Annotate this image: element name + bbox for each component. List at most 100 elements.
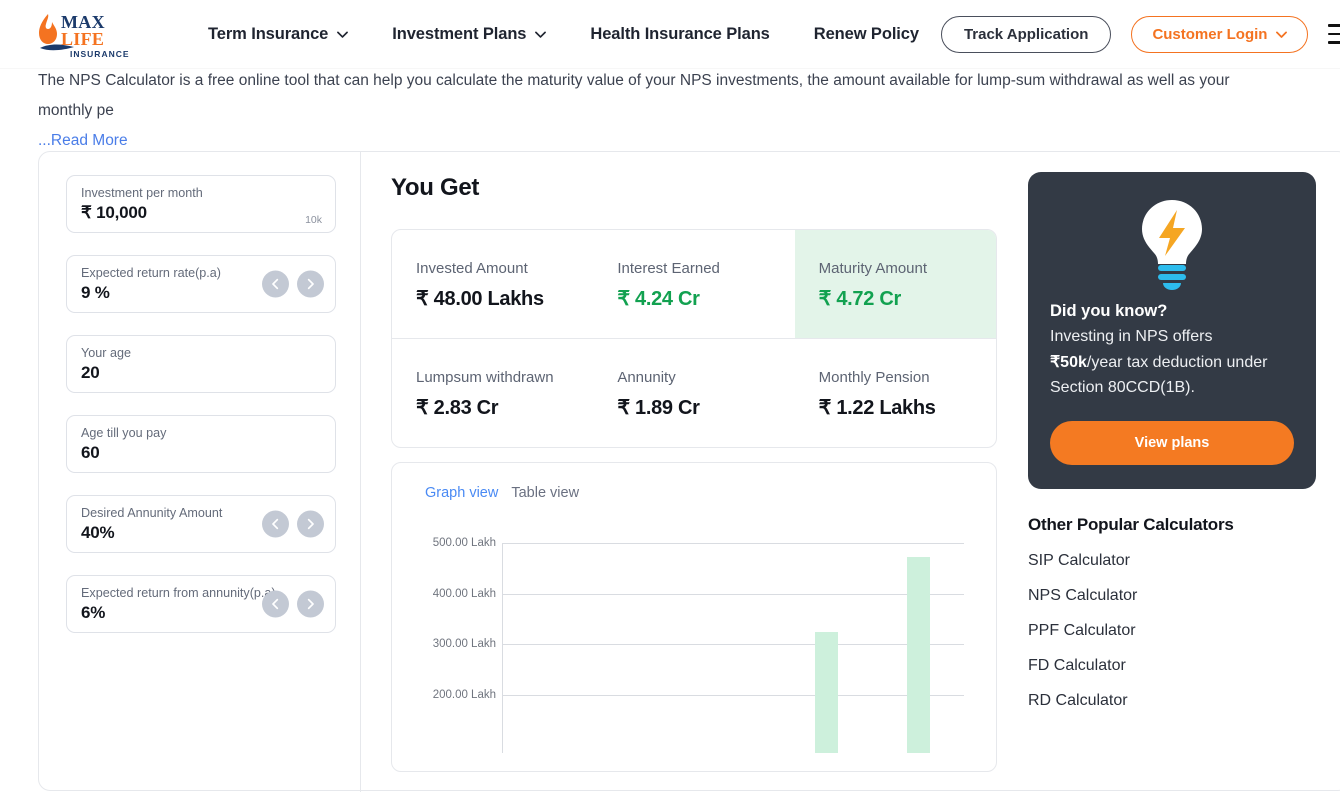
result-label: Annunity [617,367,794,389]
result-annunity: Annunity ₹ 1.89 Cr [593,339,794,447]
hamburger-menu-icon[interactable] [1328,24,1340,44]
chart-view-tabs: Graph view Table view [392,463,996,501]
main-navigation: Term Insurance Investment Plans Health I… [186,25,941,44]
tip-amount: ₹50k [1050,354,1087,371]
lightbulb-icon [1050,194,1294,290]
right-sidebar: Did you know? Investing in NPS offers ₹5… [1028,172,1316,710]
header-actions: Track Application Customer Login [941,16,1340,53]
description-line-2: monthly pe [38,96,1304,126]
nav-label: Investment Plans [392,25,526,44]
result-label: Maturity Amount [819,258,996,280]
stepper-group [262,511,324,538]
column-divider [360,152,361,792]
chart-panel: Graph view Table view 500.00 Lakh 400.00 … [391,462,997,772]
stepper-increment-button[interactable] [297,591,324,618]
nav-item-investment-plans[interactable]: Investment Plans [370,25,568,44]
input-value: 60 [81,443,321,463]
stepper-decrement-button[interactable] [262,591,289,618]
result-label: Lumpsum withdrawn [416,367,593,389]
input-your-age[interactable]: Your age 20 [66,335,336,393]
result-value: ₹ 1.89 Cr [617,395,794,420]
result-value: ₹ 2.83 Cr [416,395,593,420]
chart-gridline [502,594,964,595]
stepper-increment-button[interactable] [297,511,324,538]
nav-item-health-insurance-plans[interactable]: Health Insurance Plans [568,25,791,44]
results-title: You Get [391,174,997,202]
chart-bar[interactable] [815,632,838,753]
input-label: Investment per month [81,185,321,202]
result-label: Monthly Pension [819,367,996,389]
input-desired-annunity-amount[interactable]: Desired Annunity Amount 40% [66,495,336,553]
tip-title: Did you know? [1050,298,1294,324]
result-value: ₹ 4.24 Cr [617,286,794,311]
results-grid: Invested Amount ₹ 48.00 Lakhs Interest E… [391,229,997,448]
track-application-button[interactable]: Track Application [941,16,1111,53]
calculator-link-rd[interactable]: RD Calculator [1028,692,1316,710]
customer-login-label: Customer Login [1152,26,1267,43]
nav-item-renew-policy[interactable]: Renew Policy [792,25,941,44]
results-row-1: Invested Amount ₹ 48.00 Lakhs Interest E… [392,230,996,339]
chevron-down-icon [337,31,348,38]
tip-line-1: Investing in NPS offers [1050,328,1212,345]
stepper-decrement-button[interactable] [262,511,289,538]
chart-y-axis [502,543,503,753]
tab-graph-view[interactable]: Graph view [425,485,498,501]
tab-table-view[interactable]: Table view [511,485,579,501]
did-you-know-card: Did you know? Investing in NPS offers ₹5… [1028,172,1316,489]
chart-gridline [502,695,964,696]
calculator-link-nps[interactable]: NPS Calculator [1028,587,1316,605]
other-calculators-title: Other Popular Calculators [1028,515,1316,535]
view-plans-button[interactable]: View plans [1050,421,1294,465]
input-expected-return-rate[interactable]: Expected return rate(p.a) 9 % [66,255,336,313]
nav-label: Renew Policy [814,25,919,44]
result-value: ₹ 4.72 Cr [819,286,996,311]
site-header: MAX LIFE INSURANCE Term Insurance Invest… [0,0,1340,68]
chart-y-tick-label: 300.00 Lakh [404,638,496,650]
results-section: You Get Invested Amount ₹ 48.00 Lakhs In… [391,174,997,448]
input-expected-return-from-annunity[interactable]: Expected return from annunity(p.a) 6% [66,575,336,633]
result-maturity-amount: Maturity Amount ₹ 4.72 Cr [795,230,996,338]
input-age-till-you-pay[interactable]: Age till you pay 60 [66,415,336,473]
result-label: Invested Amount [416,258,593,280]
nav-label: Term Insurance [208,25,328,44]
calculator-link-fd[interactable]: FD Calculator [1028,657,1316,675]
max-life-logo[interactable]: MAX LIFE INSURANCE [34,8,130,60]
tip-body: Investing in NPS offers ₹50k/year tax de… [1050,324,1294,401]
calculator-link-ppf[interactable]: PPF Calculator [1028,622,1316,640]
result-value: ₹ 1.22 Lakhs [819,395,996,420]
svg-text:INSURANCE: INSURANCE [70,49,130,59]
input-investment-per-month[interactable]: Investment per month ₹ 10,000 10k [66,175,336,233]
nav-label: Health Insurance Plans [590,25,769,44]
chart-y-tick-label: 200.00 Lakh [404,689,496,701]
chart-y-tick-label: 500.00 Lakh [404,537,496,549]
page-description: The NPS Calculator is a free online tool… [38,66,1304,156]
input-value: 20 [81,363,321,383]
result-label: Interest Earned [617,258,794,280]
customer-login-button[interactable]: Customer Login [1131,16,1308,53]
stepper-group [262,591,324,618]
chevron-down-icon [535,31,546,38]
input-hint: 10k [305,214,322,226]
nav-item-term-insurance[interactable]: Term Insurance [186,25,370,44]
input-value: ₹ 10,000 [81,203,321,223]
results-row-2: Lumpsum withdrawn ₹ 2.83 Cr Annunity ₹ 1… [392,339,996,447]
stepper-increment-button[interactable] [297,271,324,298]
tip-line-2: /year tax deduction under [1087,354,1268,371]
calculator-link-sip[interactable]: SIP Calculator [1028,552,1316,570]
chart-gridline [502,644,964,645]
result-monthly-pension: Monthly Pension ₹ 1.22 Lakhs [795,339,996,447]
bar-chart: 500.00 Lakh 400.00 Lakh 300.00 Lakh 200.00 … [392,523,996,753]
result-invested-amount: Invested Amount ₹ 48.00 Lakhs [392,230,593,338]
description-line-1: The NPS Calculator is a free online tool… [38,66,1304,96]
calculator-inputs: Investment per month ₹ 10,000 10k Expect… [66,175,336,655]
input-label: Age till you pay [81,425,321,442]
result-value: ₹ 48.00 Lakhs [416,286,593,311]
tip-line-3: Section 80CCD(1B). [1050,379,1195,396]
chart-bar[interactable] [907,557,930,753]
result-interest-earned: Interest Earned ₹ 4.24 Cr [593,230,794,338]
chevron-down-icon [1276,31,1287,38]
chart-y-tick-label: 400.00 Lakh [404,588,496,600]
chart-gridline [502,543,964,544]
result-lumpsum-withdrawn: Lumpsum withdrawn ₹ 2.83 Cr [392,339,593,447]
stepper-decrement-button[interactable] [262,271,289,298]
